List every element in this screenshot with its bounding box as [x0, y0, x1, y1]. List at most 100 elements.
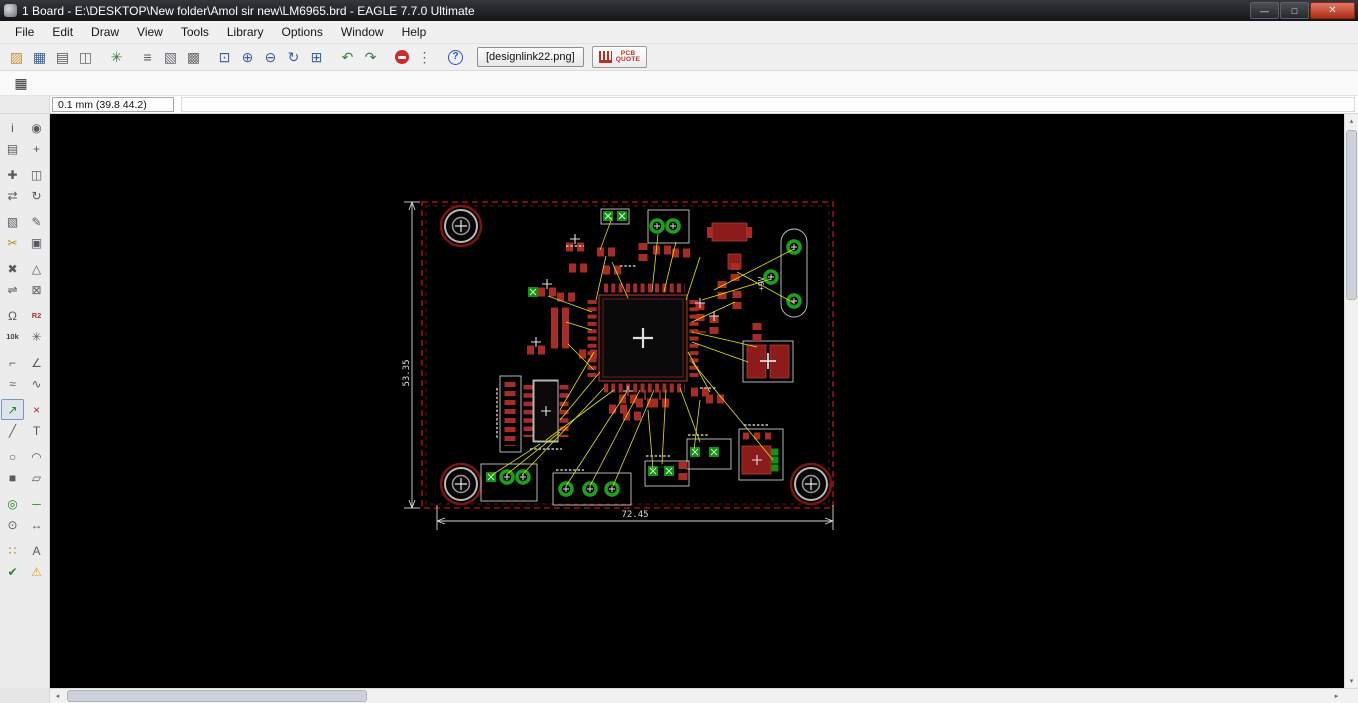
tool-split-button[interactable]: ∠ — [25, 352, 48, 373]
tool-display-button[interactable]: ▤ — [1, 138, 24, 159]
tool-via-button[interactable]: ◎ — [1, 493, 24, 514]
tool-text-button[interactable]: T — [25, 420, 48, 441]
command-line-input[interactable] — [181, 97, 1355, 112]
save-button[interactable]: ▦ — [28, 46, 51, 68]
circle-icon: ○ — [8, 449, 17, 464]
run-ulp-button[interactable]: ✳ — [105, 46, 128, 68]
mounting-hole-bottom-right[interactable] — [789, 462, 833, 506]
tool-cut-button[interactable]: ✂ — [1, 232, 24, 253]
menu-library[interactable]: Library — [218, 22, 273, 42]
help-button[interactable]: ? — [444, 46, 467, 68]
tool-ratsnest-button[interactable]: ∷ — [1, 540, 24, 561]
dimension-width[interactable]: 72.45 — [436, 505, 834, 530]
menu-edit[interactable]: Edit — [43, 22, 82, 42]
tool-circle-button[interactable]: ○ — [1, 446, 24, 467]
tool-rect-button[interactable]: ■ — [1, 467, 24, 488]
horizontal-scroll-track[interactable] — [65, 689, 1329, 703]
tool-move-button[interactable]: ✚ — [1, 164, 24, 185]
menu-options[interactable]: Options — [273, 22, 332, 42]
tool-name-button[interactable]: R2 — [25, 305, 48, 326]
cam-processor-button[interactable]: ◫ — [74, 46, 97, 68]
mounting-hole-top-left[interactable] — [439, 204, 483, 248]
maximize-button[interactable]: □ — [1280, 2, 1309, 19]
tool-meander-button[interactable]: ∿ — [25, 373, 48, 394]
tool-mirror-button[interactable]: ⇄ — [1, 185, 24, 206]
pcb-drawing[interactable]: +9V 72.45 53.35 — [50, 114, 1344, 688]
menu-view[interactable]: View — [128, 22, 172, 42]
menu-draw[interactable]: Draw — [82, 22, 128, 42]
board-canvas[interactable]: +9V 72.45 53.35 — [50, 114, 1344, 688]
tool-rotate-button[interactable]: ↻ — [25, 185, 48, 206]
vertical-scroll-thumb[interactable] — [1346, 130, 1357, 300]
menu-help[interactable]: Help — [393, 22, 436, 42]
scroll-down-button[interactable]: ▾ — [1345, 674, 1358, 688]
horizontal-scrollbar[interactable]: ◂ ▸ — [50, 688, 1358, 703]
horizontal-scroll-thumb[interactable] — [67, 690, 367, 702]
parameter-toolbar: ▦ — [0, 71, 1358, 96]
copy-icon: ◫ — [30, 167, 43, 182]
hole-icon: ⊙ — [7, 517, 18, 532]
value-icon: 10k — [6, 331, 19, 341]
open-button[interactable]: ▨ — [5, 46, 28, 68]
tool-add-button[interactable]: △ — [25, 258, 48, 279]
stop-button[interactable] — [390, 46, 413, 68]
tool-ripup-button[interactable]: × — [25, 399, 48, 420]
tool-paste-button[interactable]: ▣ — [25, 232, 48, 253]
designlink-button[interactable]: [designlink22.png] — [477, 47, 584, 67]
tool-polygon-button[interactable]: ▱ — [25, 467, 48, 488]
zoom-fit-button[interactable]: ⊡ — [213, 46, 236, 68]
close-button[interactable]: ✕ — [1310, 2, 1355, 19]
tool-dimension-button[interactable]: ↔ — [25, 514, 48, 535]
tool-route-button[interactable]: ↗ — [1, 399, 24, 420]
scroll-left-button[interactable]: ◂ — [50, 689, 65, 703]
tool-value-button[interactable]: 10k — [1, 326, 24, 347]
tool-change-button[interactable]: ✎ — [25, 211, 48, 232]
tool-drc-button[interactable]: ✔ — [1, 561, 24, 582]
menu-window[interactable]: Window — [332, 22, 393, 42]
tool-pinswap-button[interactable]: ⇌ — [1, 279, 24, 300]
tool-group-button[interactable]: ▧ — [1, 211, 24, 232]
zoom-in-button[interactable]: ⊕ — [236, 46, 259, 68]
mounting-hole-bottom-left[interactable] — [439, 462, 483, 506]
tool-show-button[interactable]: ◉ — [25, 117, 48, 138]
grid-button[interactable]: ▦ — [10, 73, 32, 94]
tool-auto-button[interactable]: A — [25, 540, 48, 561]
tool-mark-button[interactable]: + — [25, 138, 48, 159]
pcb-quote-button[interactable]: PCB QUOTE — [591, 46, 648, 68]
tool-copy-button[interactable]: ◫ — [25, 164, 48, 185]
zoom-redraw-button[interactable]: ↻ — [282, 46, 305, 68]
tool-hole-button[interactable]: ⊙ — [1, 514, 24, 535]
menu-file[interactable]: File — [6, 22, 43, 42]
vertical-scroll-track[interactable] — [1345, 128, 1358, 674]
minimize-button[interactable]: — — [1250, 2, 1279, 19]
more-button[interactable]: ⋮ — [413, 46, 436, 68]
tool-lock-button[interactable]: Ω — [1, 305, 24, 326]
tool-replace-button[interactable]: ⊠ — [25, 279, 48, 300]
tool-errors-button[interactable]: ⚠ — [25, 561, 48, 582]
tool-arc-button[interactable]: ◠ — [25, 446, 48, 467]
tool-wire-button[interactable]: ╱ — [1, 420, 24, 441]
undo-button[interactable]: ↶ — [336, 46, 359, 68]
tool-delete-button[interactable]: ✖ — [1, 258, 24, 279]
tool-optimize-button[interactable]: ≈ — [1, 373, 24, 394]
tool-miter-button[interactable]: ⌐ — [1, 352, 24, 373]
run-ulp-icon: ✳ — [110, 49, 123, 65]
power-components[interactable] — [707, 222, 790, 475]
tool-smash-button[interactable]: ✳ — [25, 326, 48, 347]
vertical-scrollbar[interactable]: ▴ ▾ — [1344, 114, 1358, 688]
menu-tools[interactable]: Tools — [172, 22, 218, 42]
print-button[interactable]: ▤ — [51, 46, 74, 68]
select-layer-button[interactable]: ▩ — [182, 46, 205, 68]
dimension-height[interactable]: 53.35 — [402, 201, 420, 509]
redo-button[interactable]: ↷ — [359, 46, 382, 68]
toolbar-icons: ▨ ▦ ▤ ◫ ✳ ≡ ▧ ▩ ⊡ ⊕ ⊖ ↻ ⊞ ↶ ↷ ⋮? — [5, 46, 467, 68]
scroll-right-button[interactable]: ▸ — [1329, 689, 1344, 703]
zoom-select-button[interactable]: ⊞ — [305, 46, 328, 68]
ic-qfp[interactable] — [587, 283, 699, 393]
use-library-button[interactable]: ≡ — [136, 46, 159, 68]
zoom-out-button[interactable]: ⊖ — [259, 46, 282, 68]
tool-info-button[interactable]: i — [1, 117, 24, 138]
scroll-up-button[interactable]: ▴ — [1345, 114, 1358, 128]
layer-settings-button[interactable]: ▧ — [159, 46, 182, 68]
tool-signal-button[interactable]: ─ — [25, 493, 48, 514]
